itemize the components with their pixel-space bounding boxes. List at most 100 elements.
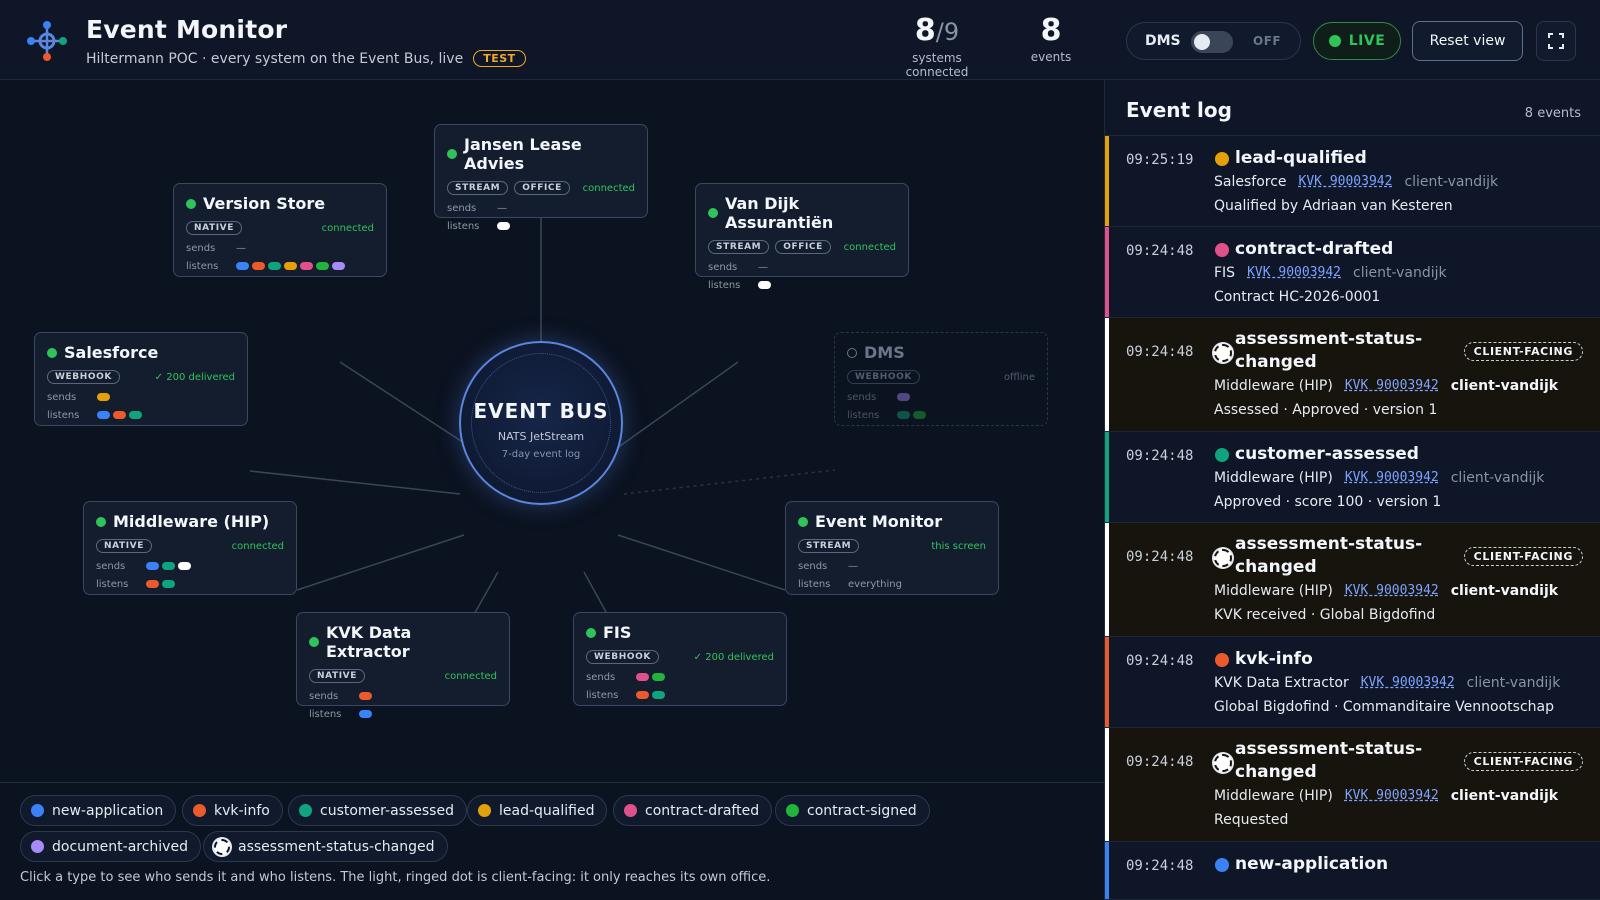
dms-toggle-switch[interactable] bbox=[1191, 31, 1233, 53]
node-tags: WEBHOOK ✓ 200 delivered bbox=[47, 369, 235, 385]
app-title: Event Monitor bbox=[86, 15, 288, 44]
node-tags: WEBHOOK offline bbox=[847, 369, 1035, 385]
node-title: Middleware (HIP) bbox=[96, 512, 284, 531]
event-type-bar bbox=[1105, 842, 1109, 899]
kvk-link[interactable]: KVK 90003942 bbox=[1345, 788, 1439, 804]
fullscreen-icon bbox=[1548, 33, 1564, 49]
legend-item-customer-assessed[interactable]: customer-assessed bbox=[288, 795, 467, 826]
events-stat: 8 events bbox=[1026, 14, 1076, 65]
event-chip-new-application bbox=[236, 262, 249, 270]
kvk-link[interactable]: KVK 90003942 bbox=[1361, 675, 1455, 691]
node-kvk-data-extractor[interactable]: KVK Data Extractor NATIVE connected sends li… bbox=[296, 612, 510, 720]
event-meta: Salesforce KVK 90003942 client-vandijk bbox=[1214, 174, 1498, 190]
subtitle-text: Hiltermann POC · every system on the Eve… bbox=[86, 50, 464, 67]
event-name-line1: assessment-status- bbox=[1235, 739, 1423, 759]
node-status: connected bbox=[582, 182, 635, 194]
event-chip-kvk-info bbox=[252, 262, 265, 270]
listens-label: listens bbox=[309, 708, 342, 720]
event-chip-customer-assessed bbox=[162, 580, 175, 588]
sends-none: — bbox=[758, 261, 768, 273]
node-name: KVK Data Extractor bbox=[326, 623, 412, 661]
reset-view-button[interactable]: Reset view bbox=[1412, 21, 1523, 61]
event-name: lead-qualified bbox=[1235, 148, 1367, 168]
legend-item-contract-drafted[interactable]: contract-drafted bbox=[613, 795, 773, 826]
legend-item-label: customer-assessed bbox=[320, 802, 454, 819]
event-name: new-application bbox=[1235, 854, 1389, 874]
event-chip-new-application bbox=[97, 411, 110, 419]
event-name: assessment-status-changed bbox=[1235, 328, 1422, 374]
event-bus-hub[interactable]: EVENT BUS NATS JetStream 7-day event log bbox=[459, 341, 623, 505]
event-name-line1: assessment-status- bbox=[1235, 329, 1423, 349]
node-event-monitor[interactable]: Event Monitor STREAM this screen sends — list… bbox=[785, 501, 999, 595]
legend-item-lead-qualified[interactable]: lead-qualified bbox=[467, 795, 608, 826]
event-name: kvk-info bbox=[1235, 649, 1313, 669]
legend-item-label: document-archived bbox=[52, 838, 188, 855]
live-button[interactable]: LIVE bbox=[1313, 22, 1401, 60]
legend-item-kvk-info[interactable]: kvk-info bbox=[182, 795, 283, 826]
node-middleware-hip[interactable]: Middleware (HIP) NATIVE connected sends list… bbox=[83, 501, 297, 595]
event-bus-graph[interactable]: EVENT BUS NATS JetStream 7-day event log… bbox=[0, 80, 1104, 782]
event-log-entry[interactable]: 09:24:48 contract-drafted FIS KVK 90003942 c… bbox=[1105, 227, 1600, 318]
event-type-dot-icon bbox=[478, 804, 491, 817]
node-van-dijk-assurantien[interactable]: Van Dijk Assurantiën STREAM OFFICE connecte… bbox=[695, 183, 909, 291]
kvk-link[interactable]: KVK 90003942 bbox=[1345, 583, 1439, 599]
event-time: 09:24:48 bbox=[1126, 754, 1194, 770]
event-log-entry[interactable]: 09:24:48 assessment-status-changed CLIENT-… bbox=[1105, 523, 1600, 637]
node-status: ✓ 200 delivered bbox=[154, 371, 235, 383]
event-chip-new-application bbox=[146, 562, 159, 570]
kvk-link[interactable]: KVK 90003942 bbox=[1345, 378, 1439, 394]
node-tag: WEBHOOK bbox=[847, 370, 920, 384]
event-log-entry[interactable]: 09:24:48 new-application bbox=[1105, 842, 1600, 900]
kvk-link[interactable]: KVK 90003942 bbox=[1299, 174, 1393, 190]
event-chip-customer-assessed bbox=[897, 411, 910, 419]
node-title: KVK Data Extractor bbox=[309, 623, 497, 661]
event-log-entry[interactable]: 09:24:48 customer-assessed Middleware (HIP… bbox=[1105, 432, 1600, 523]
node-name: Salesforce bbox=[64, 343, 159, 362]
node-version-store[interactable]: Version Store NATIVE connected sends — listen… bbox=[173, 183, 387, 277]
event-client: client-vandijk bbox=[1466, 675, 1561, 691]
fullscreen-button[interactable] bbox=[1536, 21, 1576, 61]
event-time: 09:24:48 bbox=[1126, 549, 1194, 565]
event-chip-assessment-status-changed bbox=[178, 562, 191, 570]
kvk-link[interactable]: KVK 90003942 bbox=[1247, 265, 1341, 281]
event-log-entry[interactable]: 09:24:48 assessment-status-changed CLIENT-… bbox=[1105, 728, 1600, 842]
link-event-monitor bbox=[617, 534, 786, 591]
event-chip-document-archived bbox=[897, 393, 910, 401]
event-type-bar bbox=[1105, 637, 1109, 727]
node-status: connected bbox=[231, 540, 284, 552]
node-jansen-lease-advies[interactable]: Jansen Lease Advies STREAM OFFICE connected… bbox=[434, 124, 648, 232]
legend-item-contract-signed[interactable]: contract-signed bbox=[775, 795, 930, 826]
event-chip-kvk-info bbox=[146, 580, 159, 588]
event-log-entry[interactable]: 09:25:19 lead-qualified Salesforce KVK 9000… bbox=[1105, 136, 1600, 227]
event-chip-contract-drafted bbox=[636, 673, 649, 681]
event-detail: Global Bigdofind · Commanditaire Vennoot… bbox=[1214, 699, 1554, 715]
event-name-line2: changed bbox=[1235, 762, 1317, 782]
node-listens-row: listens bbox=[708, 279, 896, 291]
node-dms[interactable]: DMS WEBHOOK offline sends listens bbox=[834, 332, 1048, 426]
env-badge: TEST bbox=[473, 50, 526, 67]
event-detail: Qualified by Adriaan van Kesteren bbox=[1214, 198, 1453, 214]
event-chip-contract-drafted bbox=[300, 262, 313, 270]
event-name-line2: changed bbox=[1235, 557, 1317, 577]
sends-label: sends bbox=[309, 690, 339, 702]
kvk-link[interactable]: KVK 90003942 bbox=[1345, 470, 1439, 486]
event-name-line1: assessment-status- bbox=[1235, 534, 1423, 554]
node-fis[interactable]: FIS WEBHOOK ✓ 200 delivered sends listens bbox=[573, 612, 787, 706]
legend-item-assessment-status-changed[interactable]: assessment-status-changed bbox=[203, 831, 448, 862]
event-log-entry[interactable]: 09:24:48 assessment-status-changed CLIENT-… bbox=[1105, 318, 1600, 432]
legend-item-document-archived[interactable]: document-archived bbox=[20, 831, 201, 862]
node-tag: STREAM bbox=[798, 539, 860, 553]
legend-item-new-application[interactable]: new-application bbox=[20, 795, 177, 826]
app-subtitle: Hiltermann POC · every system on the Eve… bbox=[86, 50, 526, 67]
node-title: Van Dijk Assurantiën bbox=[708, 194, 896, 232]
systems-connected-label: systems connected bbox=[905, 51, 969, 79]
event-source: Middleware (HIP) bbox=[1214, 788, 1333, 804]
event-log-count: 8 events bbox=[1524, 106, 1581, 121]
event-log-entry[interactable]: 09:24:48 kvk-info KVK Data Extractor KVK 90… bbox=[1105, 637, 1600, 728]
node-salesforce[interactable]: Salesforce WEBHOOK ✓ 200 delivered sends lis… bbox=[34, 332, 248, 426]
sends-label: sends bbox=[708, 261, 738, 273]
dms-toggle[interactable]: DMS OFF bbox=[1126, 22, 1301, 60]
sends-label: sends bbox=[586, 671, 616, 683]
event-client: client-vandijk bbox=[1353, 265, 1447, 281]
event-type-bar bbox=[1105, 432, 1109, 522]
